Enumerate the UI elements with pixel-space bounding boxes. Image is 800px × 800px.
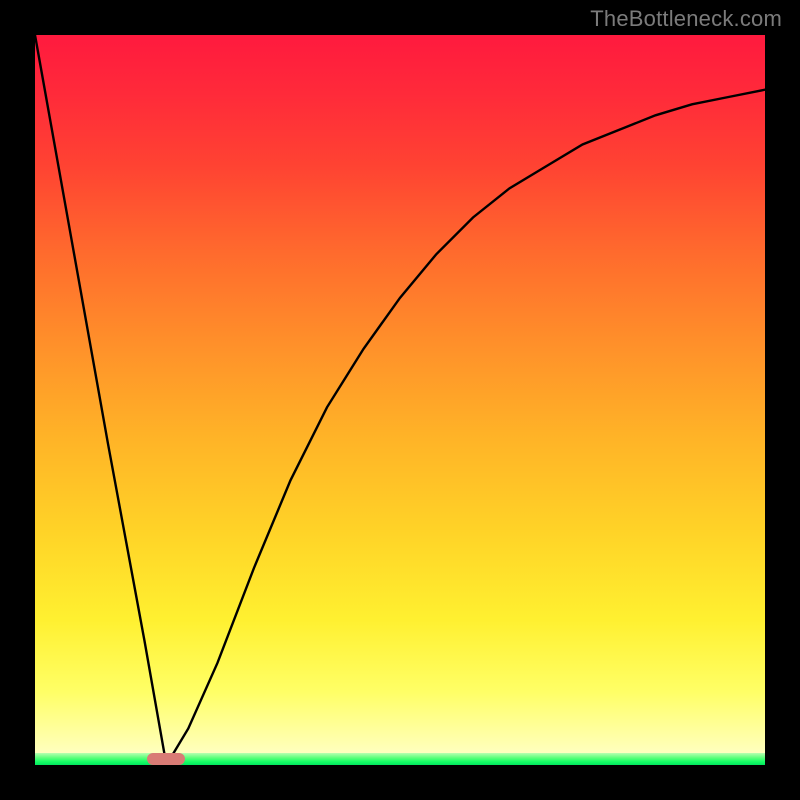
outer-frame: TheBottleneck.com <box>0 0 800 800</box>
curve-svg <box>35 35 765 765</box>
plot-area <box>35 35 765 765</box>
watermark-text: TheBottleneck.com <box>590 6 782 32</box>
minimum-marker-pill <box>147 753 185 765</box>
bottleneck-curve <box>35 35 765 765</box>
